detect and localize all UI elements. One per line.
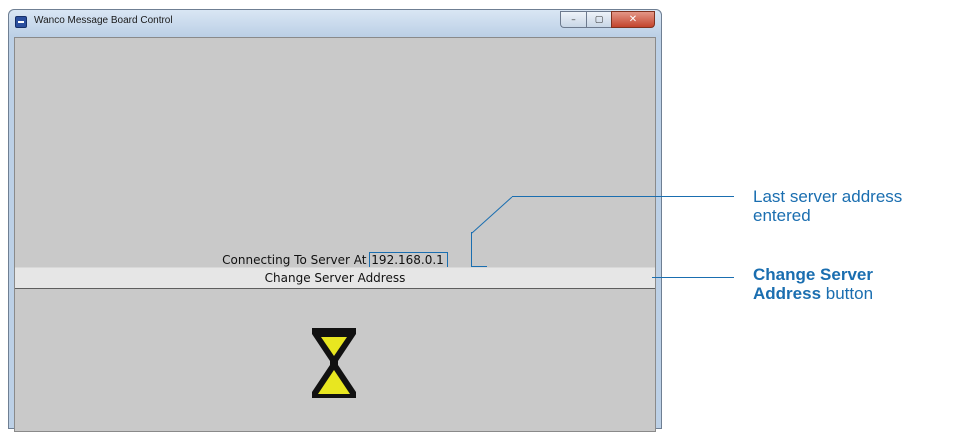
app-icon[interactable] (15, 16, 27, 28)
client-area: Connecting To Server At 192.168.0.1 Chan… (14, 37, 656, 432)
annotation-last-server-line2: entered (753, 206, 811, 225)
callout-line-ip-horizontal (471, 266, 487, 267)
callout-line-ip-leader (512, 196, 734, 197)
callout-line-ip-vertical (471, 232, 472, 266)
connection-status: Connecting To Server At 192.168.0.1 (15, 252, 655, 269)
annotation-change-button-rest: button (821, 284, 874, 303)
app-window: Wanco Message Board Control – ▢ ✕ Connec… (8, 9, 662, 432)
annotation-change-button: Change Server Address button (753, 265, 873, 303)
connection-status-text: Connecting To Server At (222, 253, 371, 267)
caption-buttons: – ▢ ✕ (560, 11, 655, 28)
annotation-last-server-line1: Last server address (753, 187, 903, 206)
change-server-address-label: Change Server Address (264, 271, 406, 285)
maximize-button[interactable]: ▢ (586, 11, 611, 28)
annotation-change-button-bold1: Change Server (753, 265, 873, 284)
minimize-button[interactable]: – (560, 11, 586, 28)
annotation-change-button-bold2: Address (753, 284, 822, 303)
annotation-last-server: Last server address entered (753, 187, 902, 225)
callout-line-button-leader (652, 277, 734, 278)
close-button[interactable]: ✕ (611, 11, 655, 28)
window-title: Wanco Message Board Control (34, 15, 173, 26)
title-bar[interactable]: Wanco Message Board Control – ▢ ✕ (9, 10, 661, 36)
hourglass-icon (312, 328, 356, 398)
callout-line-ip-diagonal (471, 196, 513, 234)
change-server-address-button[interactable]: Change Server Address (15, 267, 655, 289)
